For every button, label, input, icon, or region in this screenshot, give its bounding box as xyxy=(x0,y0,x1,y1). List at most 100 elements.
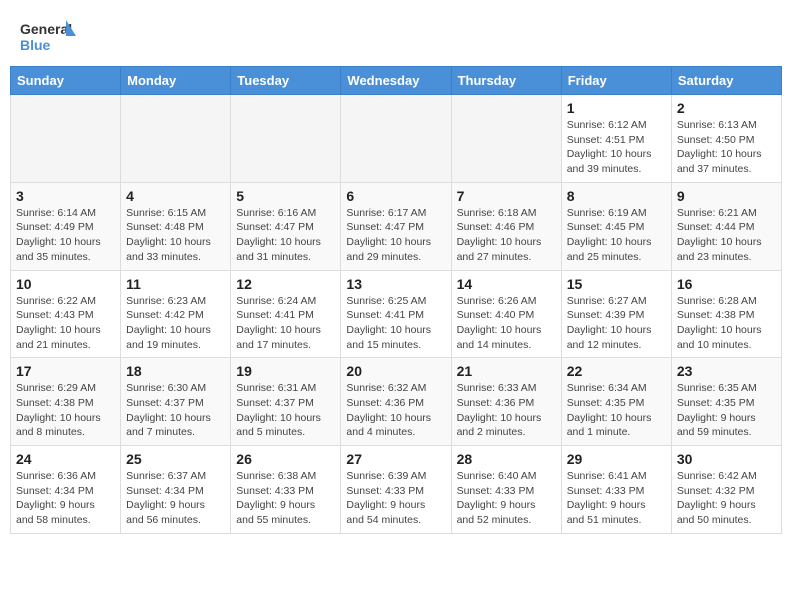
calendar-cell: 17 Sunrise: 6:29 AM Sunset: 4:38 PM Dayli… xyxy=(11,358,121,446)
day-number: 27 xyxy=(346,451,445,467)
day-info: Sunrise: 6:41 AM Sunset: 4:33 PM Dayligh… xyxy=(567,469,666,528)
day-info: Sunrise: 6:18 AM Sunset: 4:46 PM Dayligh… xyxy=(457,206,556,265)
calendar-cell xyxy=(451,95,561,183)
day-info: Sunrise: 6:25 AM Sunset: 4:41 PM Dayligh… xyxy=(346,294,445,353)
day-number: 19 xyxy=(236,363,335,379)
day-number: 5 xyxy=(236,188,335,204)
calendar-cell: 29 Sunrise: 6:41 AM Sunset: 4:33 PM Dayli… xyxy=(561,446,671,534)
day-number: 24 xyxy=(16,451,115,467)
day-number: 3 xyxy=(16,188,115,204)
calendar-cell: 26 Sunrise: 6:38 AM Sunset: 4:33 PM Dayli… xyxy=(231,446,341,534)
calendar-cell: 19Sunrise: 6:31 AM Sunset: 4:37 PM Dayli… xyxy=(231,358,341,446)
day-info: Sunrise: 6:30 AM Sunset: 4:37 PM Dayligh… xyxy=(126,381,225,440)
day-info: Sunrise: 6:29 AM Sunset: 4:38 PM Dayligh… xyxy=(16,381,115,440)
page-header: GeneralBlue xyxy=(0,0,792,66)
day-info: Sunrise: 6:34 AM Sunset: 4:35 PM Dayligh… xyxy=(567,381,666,440)
day-info: Sunrise: 6:40 AM Sunset: 4:33 PM Dayligh… xyxy=(457,469,556,528)
calendar-wrapper: SundayMondayTuesdayWednesdayThursdayFrid… xyxy=(0,66,792,544)
day-info: Sunrise: 6:27 AM Sunset: 4:39 PM Dayligh… xyxy=(567,294,666,353)
calendar-cell: 1 Sunrise: 6:12 AM Sunset: 4:51 PM Daylig… xyxy=(561,95,671,183)
calendar-cell: 16Sunrise: 6:28 AM Sunset: 4:38 PM Dayli… xyxy=(671,270,781,358)
calendar-cell: 14Sunrise: 6:26 AM Sunset: 4:40 PM Dayli… xyxy=(451,270,561,358)
calendar-cell xyxy=(231,95,341,183)
calendar-week-row: 10Sunrise: 6:22 AM Sunset: 4:43 PM Dayli… xyxy=(11,270,782,358)
calendar-cell: 6 Sunrise: 6:17 AM Sunset: 4:47 PM Daylig… xyxy=(341,182,451,270)
day-number: 10 xyxy=(16,276,115,292)
day-info: Sunrise: 6:23 AM Sunset: 4:42 PM Dayligh… xyxy=(126,294,225,353)
svg-text:General: General xyxy=(20,21,72,37)
calendar-cell: 30 Sunrise: 6:42 AM Sunset: 4:32 PM Dayli… xyxy=(671,446,781,534)
calendar-cell: 4Sunrise: 6:15 AM Sunset: 4:48 PM Daylig… xyxy=(121,182,231,270)
calendar-cell: 13Sunrise: 6:25 AM Sunset: 4:41 PM Dayli… xyxy=(341,270,451,358)
calendar-cell: 7 Sunrise: 6:18 AM Sunset: 4:46 PM Daylig… xyxy=(451,182,561,270)
svg-text:Blue: Blue xyxy=(20,37,51,53)
day-info: Sunrise: 6:35 AM Sunset: 4:35 PM Dayligh… xyxy=(677,381,776,440)
day-number: 21 xyxy=(457,363,556,379)
calendar-cell: 27 Sunrise: 6:39 AM Sunset: 4:33 PM Dayli… xyxy=(341,446,451,534)
calendar-week-row: 3Sunrise: 6:14 AM Sunset: 4:49 PM Daylig… xyxy=(11,182,782,270)
calendar-cell: 3Sunrise: 6:14 AM Sunset: 4:49 PM Daylig… xyxy=(11,182,121,270)
weekday-header: Tuesday xyxy=(231,67,341,95)
weekday-header: Sunday xyxy=(11,67,121,95)
day-number: 17 xyxy=(16,363,115,379)
weekday-header: Thursday xyxy=(451,67,561,95)
day-info: Sunrise: 6:42 AM Sunset: 4:32 PM Dayligh… xyxy=(677,469,776,528)
calendar-table: SundayMondayTuesdayWednesdayThursdayFrid… xyxy=(10,66,782,534)
day-info: Sunrise: 6:21 AM Sunset: 4:44 PM Dayligh… xyxy=(677,206,776,265)
day-info: Sunrise: 6:38 AM Sunset: 4:33 PM Dayligh… xyxy=(236,469,335,528)
calendar-cell: 2 Sunrise: 6:13 AM Sunset: 4:50 PM Daylig… xyxy=(671,95,781,183)
calendar-cell: 23 Sunrise: 6:35 AM Sunset: 4:35 PM Dayli… xyxy=(671,358,781,446)
calendar-cell: 8Sunrise: 6:19 AM Sunset: 4:45 PM Daylig… xyxy=(561,182,671,270)
calendar-cell xyxy=(341,95,451,183)
calendar-cell: 25 Sunrise: 6:37 AM Sunset: 4:34 PM Dayli… xyxy=(121,446,231,534)
calendar-cell: 9 Sunrise: 6:21 AM Sunset: 4:44 PM Daylig… xyxy=(671,182,781,270)
calendar-cell: 15Sunrise: 6:27 AM Sunset: 4:39 PM Dayli… xyxy=(561,270,671,358)
day-info: Sunrise: 6:24 AM Sunset: 4:41 PM Dayligh… xyxy=(236,294,335,353)
calendar-cell: 18 Sunrise: 6:30 AM Sunset: 4:37 PM Dayli… xyxy=(121,358,231,446)
calendar-week-row: 17 Sunrise: 6:29 AM Sunset: 4:38 PM Dayli… xyxy=(11,358,782,446)
day-number: 18 xyxy=(126,363,225,379)
calendar-cell xyxy=(121,95,231,183)
calendar-header: SundayMondayTuesdayWednesdayThursdayFrid… xyxy=(11,67,782,95)
day-info: Sunrise: 6:17 AM Sunset: 4:47 PM Dayligh… xyxy=(346,206,445,265)
calendar-cell: 5Sunrise: 6:16 AM Sunset: 4:47 PM Daylig… xyxy=(231,182,341,270)
day-number: 20 xyxy=(346,363,445,379)
day-number: 7 xyxy=(457,188,556,204)
calendar-cell xyxy=(11,95,121,183)
calendar-cell: 22Sunrise: 6:34 AM Sunset: 4:35 PM Dayli… xyxy=(561,358,671,446)
day-number: 12 xyxy=(236,276,335,292)
day-number: 6 xyxy=(346,188,445,204)
calendar-cell: 28 Sunrise: 6:40 AM Sunset: 4:33 PM Dayli… xyxy=(451,446,561,534)
weekday-header: Saturday xyxy=(671,67,781,95)
day-info: Sunrise: 6:36 AM Sunset: 4:34 PM Dayligh… xyxy=(16,469,115,528)
day-info: Sunrise: 6:15 AM Sunset: 4:48 PM Dayligh… xyxy=(126,206,225,265)
calendar-cell: 20 Sunrise: 6:32 AM Sunset: 4:36 PM Dayli… xyxy=(341,358,451,446)
weekday-header: Monday xyxy=(121,67,231,95)
day-number: 29 xyxy=(567,451,666,467)
day-number: 11 xyxy=(126,276,225,292)
calendar-cell: 24 Sunrise: 6:36 AM Sunset: 4:34 PM Dayli… xyxy=(11,446,121,534)
calendar-cell: 12 Sunrise: 6:24 AM Sunset: 4:41 PM Dayli… xyxy=(231,270,341,358)
calendar-week-row: 1 Sunrise: 6:12 AM Sunset: 4:51 PM Daylig… xyxy=(11,95,782,183)
day-info: Sunrise: 6:32 AM Sunset: 4:36 PM Dayligh… xyxy=(346,381,445,440)
day-info: Sunrise: 6:13 AM Sunset: 4:50 PM Dayligh… xyxy=(677,118,776,177)
day-info: Sunrise: 6:12 AM Sunset: 4:51 PM Dayligh… xyxy=(567,118,666,177)
day-info: Sunrise: 6:19 AM Sunset: 4:45 PM Dayligh… xyxy=(567,206,666,265)
day-number: 28 xyxy=(457,451,556,467)
day-number: 9 xyxy=(677,188,776,204)
day-number: 25 xyxy=(126,451,225,467)
day-number: 30 xyxy=(677,451,776,467)
day-info: Sunrise: 6:39 AM Sunset: 4:33 PM Dayligh… xyxy=(346,469,445,528)
day-number: 26 xyxy=(236,451,335,467)
weekday-header: Wednesday xyxy=(341,67,451,95)
calendar-week-row: 24 Sunrise: 6:36 AM Sunset: 4:34 PM Dayli… xyxy=(11,446,782,534)
day-number: 2 xyxy=(677,100,776,116)
day-number: 1 xyxy=(567,100,666,116)
day-number: 14 xyxy=(457,276,556,292)
day-info: Sunrise: 6:37 AM Sunset: 4:34 PM Dayligh… xyxy=(126,469,225,528)
weekday-header: Friday xyxy=(561,67,671,95)
logo-svg: GeneralBlue xyxy=(20,16,80,58)
day-number: 23 xyxy=(677,363,776,379)
header-row: SundayMondayTuesdayWednesdayThursdayFrid… xyxy=(11,67,782,95)
calendar-cell: 11 Sunrise: 6:23 AM Sunset: 4:42 PM Dayli… xyxy=(121,270,231,358)
